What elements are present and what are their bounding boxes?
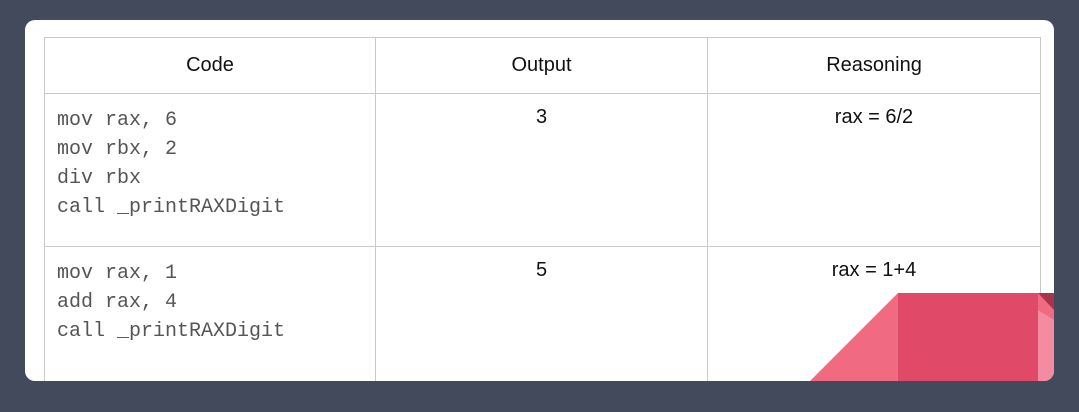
reasoning-cell: rax = 6/2 [707,93,1041,247]
code-line: mov rbx, 2 [57,138,178,161]
table-row: mov rax, 6 mov rbx, 2 div rbx call _prin… [44,93,1041,247]
header-output: Output [375,37,708,94]
header-code: Code [44,37,376,94]
slide-card: Code Output Reasoning mov rax, 6 mov rbx… [25,20,1054,381]
assembly-table: Code Output Reasoning mov rax, 6 mov rbx… [44,37,1041,381]
reasoning-cell: rax = 1+4 [707,246,1041,381]
code-line: mov rax, 1 [57,262,178,285]
output-cell: 3 [375,93,708,247]
code-line: call _printRAXDigit [57,320,286,343]
table-row: mov rax, 1 add rax, 4 call _printRAXDigi… [44,246,1041,381]
code-line: add rax, 4 [57,291,178,314]
output-cell: 5 [375,246,708,381]
code-cell: mov rax, 1 add rax, 4 call _printRAXDigi… [44,246,376,381]
code-line: div rbx [57,167,142,190]
table-header-row: Code Output Reasoning [44,37,1041,94]
code-line: call _printRAXDigit [57,196,286,219]
header-reasoning: Reasoning [707,37,1041,94]
code-line: mov rax, 6 [57,109,178,132]
code-cell: mov rax, 6 mov rbx, 2 div rbx call _prin… [44,93,376,247]
